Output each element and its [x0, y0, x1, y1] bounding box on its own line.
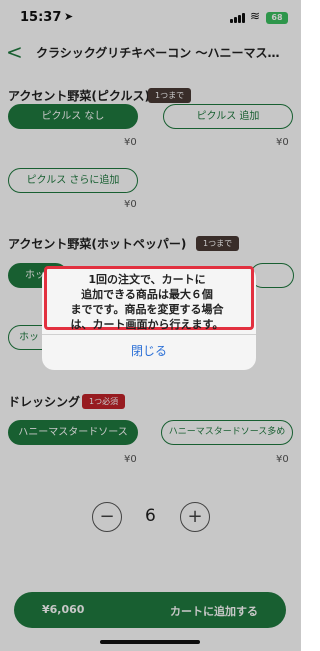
- dialog-divider: [42, 334, 256, 335]
- dialog-message-line: までです。商品を変更する場合: [70, 303, 224, 316]
- dialog-message-line: 1回の注文で、カートに: [88, 273, 206, 286]
- cart-limit-dialog: 1回の注文で、カートに 追加できる商品は最大６個 までです。商品を変更する場合 …: [42, 266, 256, 370]
- dialog-message-line: は、カート画面から行えます。: [70, 318, 224, 331]
- close-button[interactable]: 閉じる: [42, 342, 256, 359]
- product-options-page: 15:37 ➤ ≋ 68 < クラシックグリチキベーコン ～ハニーマス… アクセ…: [0, 0, 301, 651]
- dialog-message: 1回の注文で、カートに 追加できる商品は最大６個 までです。商品を変更する場合 …: [46, 272, 248, 332]
- dialog-message-line: 追加できる商品は最大６個: [81, 288, 213, 301]
